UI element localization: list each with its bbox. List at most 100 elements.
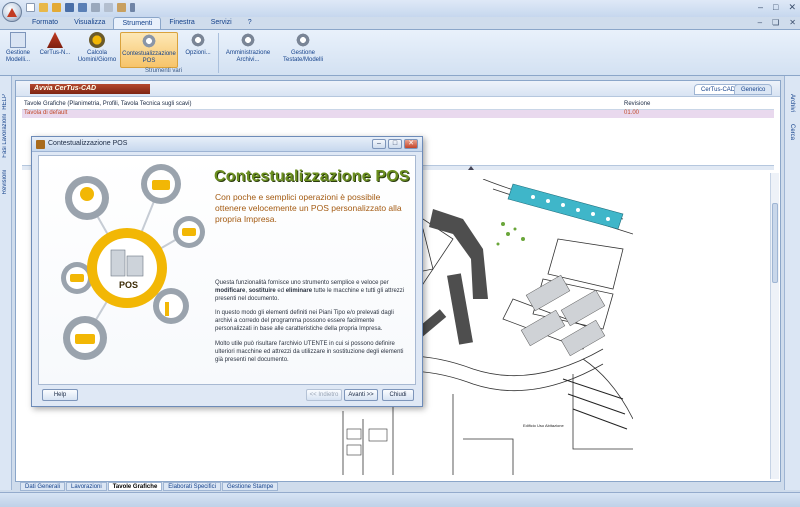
- calcola-uomini-giorno-button[interactable]: Calcola Uomini/Giorno: [76, 32, 118, 68]
- fasi-lavorazioni-side-tab[interactable]: Fasi Lavorazioni: [2, 114, 8, 158]
- tab-strumenti[interactable]: Strumenti: [113, 17, 162, 29]
- avvia-certus-cad-button[interactable]: Avvia CerTus-CAD: [30, 84, 150, 94]
- drawing-label-abitazione: Edificio Uso Abitazione: [523, 423, 564, 428]
- next-button-label: Avanti >>: [348, 392, 374, 398]
- tab-generico[interactable]: Generico: [734, 84, 773, 95]
- testate-gear-icon: [295, 32, 311, 48]
- dialog-app-icon: [36, 140, 45, 149]
- paste-icon[interactable]: [117, 3, 126, 12]
- close-icon[interactable]: ✕: [788, 2, 796, 13]
- tab-lavorazioni[interactable]: Lavorazioni: [66, 482, 107, 491]
- minimize-icon[interactable]: –: [758, 2, 763, 13]
- opzioni-button[interactable]: Opzioni...: [182, 32, 214, 68]
- gears-pos-icon: [141, 33, 157, 49]
- maximize-icon[interactable]: □: [773, 2, 778, 13]
- dialog-title-bar: Contestualizzazione POS – □ ✕: [32, 137, 422, 152]
- gestione-modelli-label: Gestione Modelli...: [5, 50, 30, 63]
- doc-minimize-icon[interactable]: –: [758, 18, 762, 27]
- vertical-scrollbar[interactable]: [770, 173, 779, 479]
- row-tavola-name: Tavola di default: [24, 110, 68, 116]
- pos-center-label: POS: [119, 280, 138, 290]
- open-folder-icon[interactable]: [52, 3, 61, 12]
- contestualizzazione-pos-label: Contestualizzazione POS: [122, 51, 176, 64]
- dialog-minimize-icon[interactable]: –: [372, 139, 386, 149]
- dialog-close-icon[interactable]: ✕: [404, 139, 418, 149]
- cut-icon[interactable]: [104, 3, 113, 12]
- p1-text-a: Questa funzionalità fornisce uno strumen…: [215, 280, 389, 286]
- table-header-row: Tavole Grafiche (Planimetria, Profili, T…: [22, 101, 774, 110]
- tab-help[interactable]: ?: [240, 17, 260, 29]
- next-button[interactable]: Avanti >>: [344, 389, 378, 401]
- pos-gears-illustration: POS: [61, 164, 205, 360]
- back-button[interactable]: << Indietro: [306, 389, 342, 401]
- dialog-subheading: Con poche e semplici operazioni è possib…: [215, 192, 402, 224]
- dialog-window-controls: – □ ✕: [372, 139, 418, 149]
- collapse-arrow-icon[interactable]: [468, 166, 474, 170]
- options-gear-icon: [190, 32, 206, 48]
- doc-close-icon[interactable]: ✕: [789, 18, 796, 27]
- tab-visualizza[interactable]: Visualizza: [66, 17, 113, 29]
- save-icon[interactable]: [65, 3, 74, 12]
- help-side-tab[interactable]: HELP: [2, 94, 8, 110]
- tab-formato[interactable]: Formato: [24, 17, 66, 29]
- workers-icon: [89, 32, 105, 48]
- tab-tavole-grafiche[interactable]: Tavole Grafiche: [107, 482, 163, 491]
- document-header: Avvia CerTus-CAD CerTus-CAD Generico: [16, 81, 780, 97]
- title-bar: – □ ✕: [0, 0, 800, 22]
- right-side-panel: Archivi Cerca: [784, 76, 800, 490]
- certus-n-icon: [47, 32, 63, 48]
- print-icon[interactable]: [91, 3, 100, 12]
- amministrazione-archivi-label: Amministrazione Archivi...: [225, 50, 271, 63]
- tab-elaborati-specifici[interactable]: Elaborati Specifici: [163, 482, 221, 491]
- archivi-side-tab[interactable]: Archivi: [789, 94, 795, 112]
- dialog-heading: Contestualizzazione POS: [214, 168, 410, 185]
- save-as-icon[interactable]: [78, 3, 87, 12]
- window-controls: – □ ✕: [758, 2, 796, 13]
- dialog-title: Contestualizzazione POS: [48, 140, 128, 147]
- status-bar: [0, 492, 800, 507]
- open-icon[interactable]: [39, 3, 48, 12]
- gestione-testate-modelli-button[interactable]: Gestione Testate/Modelli: [278, 32, 328, 68]
- calcola-uomini-giorno-label: Calcola Uomini/Giorno: [77, 50, 117, 63]
- help-button-label: Help: [53, 392, 67, 398]
- revisioni-side-tab[interactable]: Revisioni: [2, 170, 8, 194]
- certus-n-label: CerTus-N...: [39, 50, 71, 56]
- customize-qat-icon[interactable]: [130, 3, 135, 12]
- scrollbar-thumb[interactable]: [772, 203, 778, 283]
- dialog-paragraph-1: Questa funzionalità fornisce uno strumen…: [215, 279, 410, 303]
- bottom-tabs: Dati Generali Lavorazioni Tavole Grafich…: [20, 482, 279, 491]
- p1-bold-modificare: modificare: [215, 288, 246, 294]
- row-revisione: 01.00: [624, 110, 640, 116]
- help-button[interactable]: Help: [42, 389, 78, 401]
- amministrazione-archivi-button[interactable]: Amministrazione Archivi...: [222, 32, 274, 68]
- contestualizzazione-pos-button[interactable]: Contestualizzazione POS: [120, 32, 178, 68]
- tab-servizi[interactable]: Servizi: [203, 17, 240, 29]
- tab-gestione-stampe[interactable]: Gestione Stampe: [221, 482, 279, 491]
- archives-gear-icon: [240, 32, 256, 48]
- dialog-paragraph-3: Molto utile può risultare l'archivio UTE…: [215, 341, 404, 363]
- ribbon: Gestione Modelli... CerTus-N... Calcola …: [0, 29, 800, 76]
- column-header-tavole[interactable]: Tavole Grafiche (Planimetria, Profili, T…: [24, 101, 192, 107]
- p1-bold-sostituire: sostituire: [248, 288, 276, 294]
- certus-n-button[interactable]: CerTus-N...: [36, 32, 74, 68]
- p1-text-d: ed: [275, 288, 286, 294]
- tab-dati-generali[interactable]: Dati Generali: [20, 482, 66, 491]
- models-icon: [10, 32, 26, 48]
- left-side-panel: HELP Fasi Lavorazioni Revisioni: [0, 76, 12, 490]
- doc-restore-icon[interactable]: ❏: [772, 18, 779, 27]
- table-row[interactable]: Tavola di default 01.00: [22, 110, 774, 118]
- close-button[interactable]: Chiudi: [382, 389, 414, 401]
- gestione-testate-modelli-label: Gestione Testate/Modelli: [282, 50, 324, 63]
- cerca-side-tab[interactable]: Cerca: [789, 124, 795, 140]
- dialog-maximize-icon[interactable]: □: [388, 139, 402, 149]
- app-menu-button[interactable]: [2, 2, 22, 22]
- p1-bold-eliminare: eliminare: [285, 288, 313, 294]
- ribbon-group-label: Strumenti vari: [145, 68, 183, 74]
- tab-finestra[interactable]: Finestra: [161, 17, 202, 29]
- dialog-content: POS Contestualizzazione POS Con poche e …: [38, 155, 416, 385]
- dialog-paragraph-2: In questo modo gli elementi definiti nei…: [215, 310, 394, 332]
- new-icon[interactable]: [26, 3, 35, 12]
- ribbon-group-separator: [218, 33, 219, 73]
- column-header-revisione[interactable]: Revisione: [624, 101, 650, 107]
- gestione-modelli-button[interactable]: Gestione Modelli...: [2, 32, 34, 68]
